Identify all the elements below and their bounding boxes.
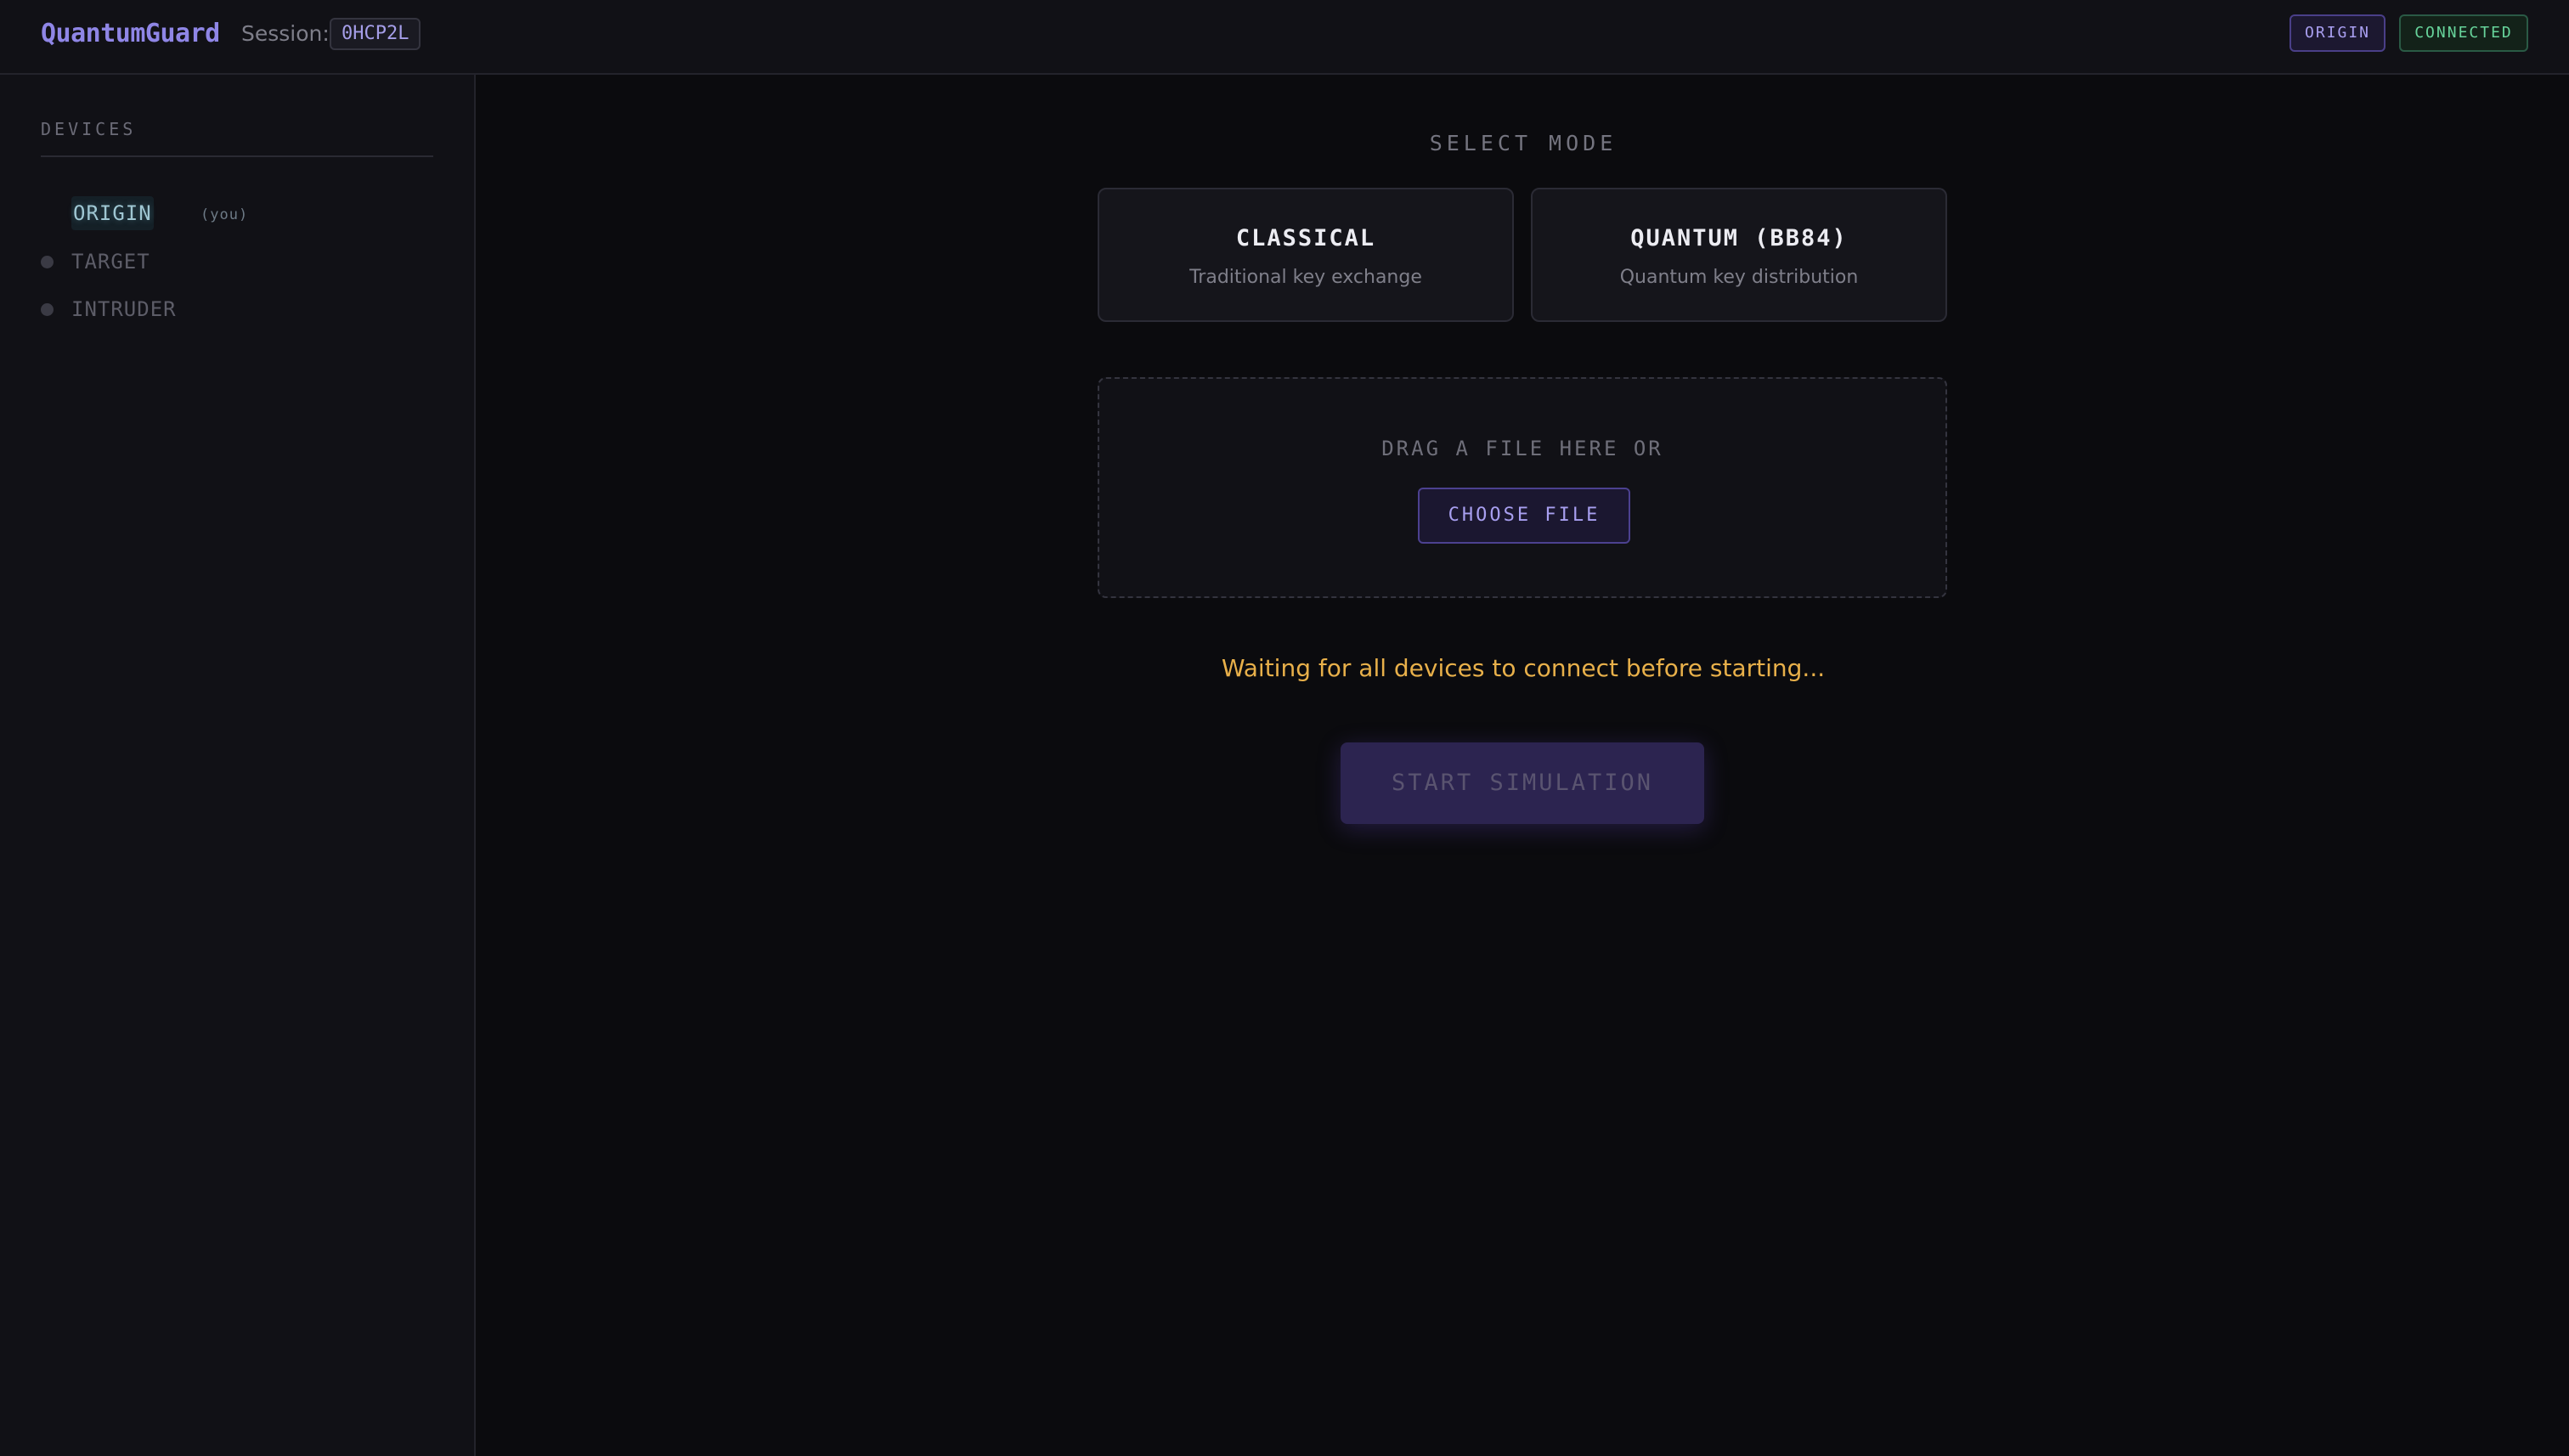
device-name-target: TARGET — [71, 250, 150, 274]
devices-heading: DEVICES — [41, 119, 137, 139]
choose-file-button[interactable]: CHOOSE FILE — [1418, 488, 1630, 544]
dropzone-text: DRAG A FILE HERE OR — [1381, 437, 1663, 460]
mode-subtitle: Traditional key exchange — [1189, 267, 1422, 288]
mode-card-classical[interactable]: CLASSICAL Traditional key exchange — [1098, 188, 1514, 322]
session-code[interactable]: 0HCP2L — [330, 18, 421, 50]
main-panel: SELECT MODE CLASSICAL Traditional key ex… — [477, 75, 2569, 1456]
app-root: QuantumGuard Session: 0HCP2L ORIGIN CONN… — [0, 0, 2569, 1456]
connection-status-badge: CONNECTED — [2399, 14, 2528, 52]
devices-sidebar: DEVICES ORIGIN (you) TARGET INTRUDER — [0, 75, 476, 1456]
select-mode-heading: SELECT MODE — [1429, 131, 1618, 155]
devices-divider — [41, 155, 433, 157]
mode-title: CLASSICAL — [1235, 225, 1376, 251]
role-badge: ORIGIN — [2290, 14, 2386, 52]
waiting-status-message: Waiting for all devices to connect befor… — [1221, 654, 1826, 682]
device-status-dot — [41, 303, 54, 316]
device-name-intruder: INTRUDER — [71, 297, 177, 321]
start-simulation-button[interactable]: START SIMULATION — [1341, 742, 1704, 824]
device-self-indicator: (you) — [200, 206, 249, 223]
mode-subtitle: Quantum key distribution — [1619, 267, 1859, 288]
session-label: Session: — [241, 21, 330, 46]
app-brand[interactable]: QuantumGuard — [41, 17, 220, 51]
mode-title: QUANTUM (BB84) — [1630, 225, 1848, 251]
mode-card-quantum[interactable]: QUANTUM (BB84) Quantum key distribution — [1531, 188, 1947, 322]
device-name-origin: ORIGIN — [71, 196, 154, 230]
top-header: QuantumGuard Session: 0HCP2L ORIGIN CONN… — [0, 0, 2569, 75]
file-dropzone[interactable]: DRAG A FILE HERE OR CHOOSE FILE — [1098, 377, 1947, 598]
device-status-dot — [41, 256, 54, 268]
